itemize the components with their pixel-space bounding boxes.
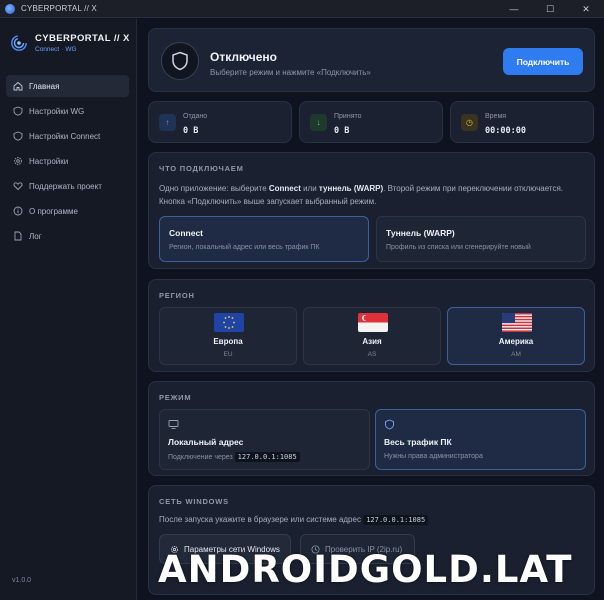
option-subtitle: Регион, локальный адрес или весь трафик … [169,244,320,251]
stat-sent: ↑ Отдано 0 B [148,101,292,143]
sidebar-item-wg-settings[interactable]: Настройки WG [6,100,129,122]
brand-subtitle: Connect · WG [35,46,77,53]
arrow-up-icon: ↑ [159,114,176,131]
region-code: AM [511,351,521,358]
region-name: Азия [362,337,382,346]
usa-flag-icon [502,313,532,332]
status-title: Отключено [210,50,277,64]
mode-subtitle: Нужны права администратора [384,453,483,460]
region-code: AS [367,351,377,358]
section-heading: ЧТО ПОДКЛЮЧАЕМ [159,164,244,173]
mode-all-traffic[interactable]: Весь трафик ПК Нужны права администратор… [375,409,586,470]
close-button[interactable]: ✕ [568,0,604,18]
status-subtitle: Выберите режим и нажмите «Подключить» [210,68,371,77]
mode-title: Весь трафик ПК [384,437,452,447]
option-title: Connect [169,228,203,238]
sidebar-item-label: Главная [29,81,60,91]
region-name: Европа [213,337,243,346]
connect-button[interactable]: Подключить [503,48,583,75]
sidebar: CYBERPORTAL // X Connect · WG Главная Наст… [0,19,137,600]
minimize-button[interactable]: — [496,0,532,18]
proxy-address-code: 127.0.0.1:1085 [363,515,429,525]
brand: CYBERPORTAL // X Connect · WG [10,33,130,53]
section-heading: СЕТЬ WINDOWS [159,497,229,506]
region-america[interactable]: Америка AM [447,307,585,365]
sidebar-item-label: Поддержать проект [29,181,102,191]
sidebar-item-connect-settings[interactable]: Настройки Connect [6,125,129,147]
option-title: Туннель (WARP) [386,228,455,238]
app-version: v1.0.0 [12,577,32,584]
mode-subtitle: Подключение через 127.0.0.1:1085 [168,452,300,462]
info-icon [13,206,23,216]
stat-label: Принято [334,113,362,120]
window-title: CYBERPORTAL // X [21,4,97,13]
local-address-code: 127.0.0.1:1085 [234,452,300,462]
option-subtitle: Профиль из списка или сгенерируйте новый [386,244,531,251]
stat-value: 0 B [334,126,350,136]
mode-title: Локальный адрес [168,437,244,447]
what-to-connect-section: ЧТО ПОДКЛЮЧАЕМ Одно приложение: выберите… [148,152,595,269]
region-section: РЕГИОН Европа EU Азия AS Америка AM [148,279,595,372]
mode-section: РЕЖИМ Локальный адрес Подключение через … [148,381,595,476]
maximize-button[interactable]: ☐ [532,0,568,18]
region-code: EU [223,351,233,358]
title-bar: CYBERPORTAL // X — ☐ ✕ [0,0,604,18]
gear-icon [14,157,22,165]
clock-icon: ◷ [461,114,478,131]
connection-status-card: Отключено Выберите режим и нажмите «Подк… [148,28,595,92]
sidebar-item-label: Настройки [29,156,69,166]
sidebar-item-support[interactable]: Поддержать проект [6,175,129,197]
section-heading: РЕГИОН [159,291,195,300]
shield-icon [13,131,23,141]
spiral-logo-icon [11,35,27,51]
shield-icon [385,419,394,430]
shield-icon [172,51,188,71]
window-controls: — ☐ ✕ [496,0,604,18]
stat-value: 0 B [183,126,199,136]
option-tunnel-warp[interactable]: Туннель (WARP) Профиль из списка или сге… [376,216,586,262]
heart-icon [13,182,23,191]
monitor-icon [168,420,179,429]
home-icon [13,81,23,91]
region-name: Америка [498,337,534,346]
stat-label: Отдано [183,113,208,120]
shield-icon [13,106,23,116]
sidebar-item-label: Настройки WG [29,106,85,116]
sidebar-item-settings[interactable]: Настройки [6,150,129,172]
stat-received: ↓ Принято 0 B [299,101,443,143]
region-europe[interactable]: Европа EU [159,307,297,365]
brand-title: CYBERPORTAL // X [35,33,130,44]
sidebar-item-about[interactable]: О программе [6,200,129,222]
sidebar-item-log[interactable]: Лог [6,225,129,247]
stat-time: ◷ Время 00:00:00 [450,101,594,143]
sidebar-item-label: Лог [29,231,42,241]
section-heading: РЕЖИМ [159,393,192,402]
sidebar-item-label: О программе [29,206,78,216]
eu-flag-icon [214,313,244,332]
watermark: ANDROIDGOLD.LAT [158,548,573,591]
status-shield [161,42,199,80]
sidebar-item-label: Настройки Connect [29,131,101,141]
mode-local-address[interactable]: Локальный адрес Подключение через 127.0.… [159,409,370,470]
sidebar-nav: Главная Настройки WG Настройки Connect Н… [6,75,129,250]
section-description: Одно приложение: выберите Connect или ту… [159,184,564,206]
stat-label: Время [485,113,507,120]
section-description: После запуска укажите в браузере или сис… [159,515,429,525]
region-asia[interactable]: Азия AS [303,307,441,365]
sidebar-item-home[interactable]: Главная [6,75,129,97]
stat-value: 00:00:00 [485,126,526,136]
arrow-down-icon: ↓ [310,114,327,131]
app-icon [5,3,15,14]
option-connect[interactable]: Connect Регион, локальный адрес или весь… [159,216,369,262]
document-icon [14,231,22,241]
singapore-flag-icon [358,313,388,332]
